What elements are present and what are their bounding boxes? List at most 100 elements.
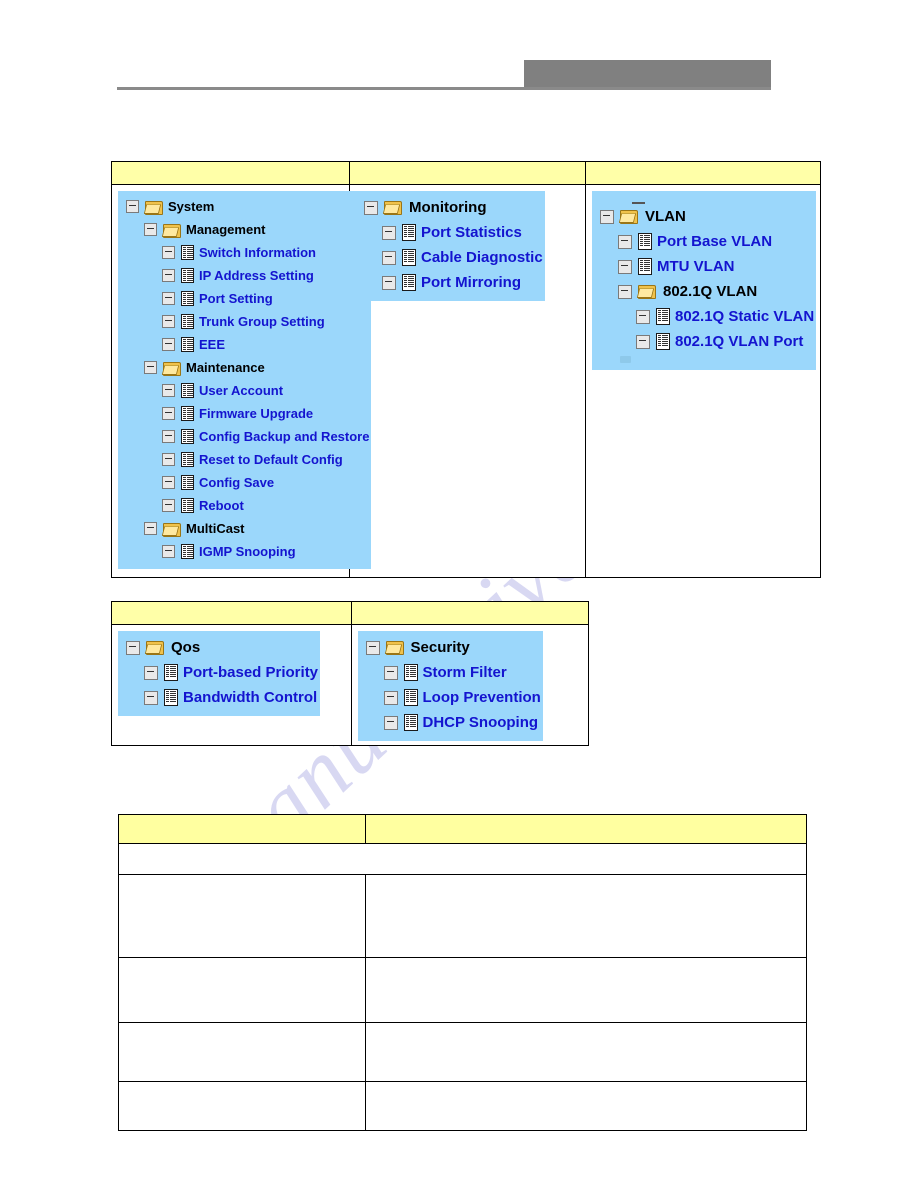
collapse-minus-icon[interactable] xyxy=(364,200,378,215)
tree-node-label: System xyxy=(168,199,215,214)
collapse-minus-icon[interactable] xyxy=(383,690,398,705)
collapse-minus-icon[interactable] xyxy=(382,275,396,290)
tree-node-reset-to-default-config[interactable]: Reset to Default Config xyxy=(120,448,369,471)
collapse-minus-icon[interactable] xyxy=(383,665,398,680)
tree-header-cell-qos xyxy=(111,601,352,625)
collapse-minus-icon[interactable] xyxy=(618,284,632,299)
tree-node-security[interactable]: Security xyxy=(360,635,541,660)
collapse-minus-icon[interactable] xyxy=(162,269,175,282)
tree-node-vlan[interactable]: VLAN xyxy=(594,204,814,229)
tree-node-trunk-group-setting[interactable]: Trunk Group Setting xyxy=(120,310,369,333)
document-page-icon xyxy=(181,544,194,559)
collapse-minus-icon[interactable] xyxy=(144,665,158,680)
document-page-icon xyxy=(402,249,416,266)
tree-node-mtu-vlan[interactable]: MTU VLAN xyxy=(594,254,814,279)
document-page-icon xyxy=(181,314,194,329)
tree-node-802-1q-static-vlan[interactable]: 802.1Q Static VLAN xyxy=(594,304,814,329)
collapse-minus-icon[interactable] xyxy=(383,715,398,730)
description-table-row xyxy=(118,1081,807,1131)
tree-node-label: IGMP Snooping xyxy=(199,544,296,559)
collapse-minus-icon[interactable] xyxy=(636,334,650,349)
collapse-minus-icon[interactable] xyxy=(162,246,175,259)
tree-node-maintenance[interactable]: Maintenance xyxy=(120,356,369,379)
collapse-minus-icon[interactable] xyxy=(144,690,158,705)
collapse-minus-icon[interactable] xyxy=(162,430,175,443)
tree-node-bandwidth-control[interactable]: Bandwidth Control xyxy=(120,685,318,710)
tree-node-label: DHCP Snooping xyxy=(422,714,539,731)
collapse-minus-icon[interactable] xyxy=(162,499,175,512)
tree-header-cell-security xyxy=(350,601,589,625)
tree-node-system[interactable]: System xyxy=(120,195,369,218)
tree-node-management[interactable]: Management xyxy=(120,218,369,241)
tree-node-qos[interactable]: Qos xyxy=(120,635,318,660)
tree-node-label: 802.1Q Static VLAN xyxy=(675,308,815,325)
tree-node-cable-diagnostic[interactable]: Cable Diagnostic xyxy=(358,245,543,270)
collapse-minus-icon[interactable] xyxy=(618,234,632,249)
tree-node-dhcp-snooping[interactable]: DHCP Snooping xyxy=(360,710,541,735)
tree-node-config-save[interactable]: Config Save xyxy=(120,471,369,494)
tree-node-label: Management xyxy=(186,222,266,237)
document-page-icon xyxy=(403,714,418,731)
tree-node-eee[interactable]: EEE xyxy=(120,333,369,356)
tree-node-storm-filter[interactable]: Storm Filter xyxy=(360,660,541,685)
collapse-minus-icon[interactable] xyxy=(636,309,650,324)
security-tree-panel[interactable]: Security Storm Filter Loop Prevention DHCP … xyxy=(357,631,543,741)
tree-node-label: Trunk Group Setting xyxy=(199,314,325,329)
qos-tree-panel[interactable]: Qos Port-based Priority Bandwidth Control xyxy=(118,631,321,716)
tree-node-multicast[interactable]: MultiCast xyxy=(120,517,369,540)
collapse-minus-icon[interactable] xyxy=(162,453,175,466)
description-cell-full-width xyxy=(118,843,807,875)
page-header xyxy=(0,0,918,110)
tree-node-user-account[interactable]: User Account xyxy=(120,379,369,402)
tree-header-cell-vlan xyxy=(585,161,821,185)
collapse-minus-icon[interactable] xyxy=(382,225,396,240)
tree-node-firmware-upgrade[interactable]: Firmware Upgrade xyxy=(120,402,369,425)
tree-node-802-1q-vlan[interactable]: 802.1Q VLAN xyxy=(594,279,814,304)
tree-node-label: VLAN xyxy=(645,208,686,225)
collapse-minus-icon[interactable] xyxy=(162,476,175,489)
tree-node-port-statistics[interactable]: Port Statistics xyxy=(358,220,543,245)
tree-header-row xyxy=(111,161,821,185)
collapse-minus-icon[interactable] xyxy=(382,250,396,265)
document-page-icon xyxy=(164,664,178,681)
tree-node-port-based-priority[interactable]: Port-based Priority xyxy=(120,660,318,685)
folder-icon xyxy=(144,640,165,656)
collapse-minus-icon[interactable] xyxy=(162,315,175,328)
collapse-minus-icon[interactable] xyxy=(162,407,175,420)
collapse-minus-icon[interactable] xyxy=(162,338,175,351)
collapse-minus-icon[interactable] xyxy=(126,640,140,655)
collapse-minus-icon[interactable] xyxy=(618,259,632,274)
tree-node-port-mirroring[interactable]: Port Mirroring xyxy=(358,270,543,295)
collapse-minus-icon[interactable] xyxy=(600,209,614,224)
tree-node-port-setting[interactable]: Port Setting xyxy=(120,287,369,310)
collapse-minus-icon[interactable] xyxy=(365,640,380,655)
document-page-icon xyxy=(181,268,194,283)
tree-node-switch-information[interactable]: Switch Information xyxy=(120,241,369,264)
tree-node-reboot[interactable]: Reboot xyxy=(120,494,369,517)
document-page-icon xyxy=(638,233,652,250)
tree-node-monitoring[interactable]: Monitoring xyxy=(358,195,543,220)
collapse-minus-icon[interactable] xyxy=(144,361,157,374)
tree-node-label: Security xyxy=(410,639,470,656)
tree-node-802-1q-vlan-port[interactable]: 802.1Q VLAN Port xyxy=(594,329,814,354)
tree-node-port-base-vlan[interactable]: Port Base VLAN xyxy=(594,229,814,254)
vlan-tree-panel[interactable]: VLAN Port Base VLAN MTU VLAN 802.1Q VLAN 802… xyxy=(592,191,817,370)
tree-node-loop-prevention[interactable]: Loop Prevention xyxy=(360,685,541,710)
collapse-minus-icon[interactable] xyxy=(162,545,175,558)
tree-body-row: Qos Port-based Priority Bandwidth Control … xyxy=(111,624,589,746)
tree-node-config-backup-and-restore[interactable]: Config Backup and Restore xyxy=(120,425,369,448)
tree-node-igmp-snooping[interactable]: IGMP Snooping xyxy=(120,540,369,563)
tree-cell-vlan: VLAN Port Base VLAN MTU VLAN 802.1Q VLAN 802… xyxy=(585,184,821,578)
tree-node-label: Reset to Default Config xyxy=(199,452,343,467)
tree-node-ip-address-setting[interactable]: IP Address Setting xyxy=(120,264,369,287)
collapse-minus-icon[interactable] xyxy=(162,384,175,397)
collapse-minus-icon[interactable] xyxy=(126,200,139,213)
collapse-minus-icon[interactable] xyxy=(162,292,175,305)
system-tree-panel[interactable]: System Management Switch Information IP Add… xyxy=(118,191,372,569)
tree-node-label: User Account xyxy=(199,383,284,398)
monitoring-tree-panel[interactable]: Monitoring Port Statistics Cable Diagnosti… xyxy=(356,191,545,301)
collapse-minus-icon[interactable] xyxy=(144,223,157,236)
collapse-minus-icon[interactable] xyxy=(144,522,157,535)
document-page-icon xyxy=(181,452,194,467)
document-page-icon xyxy=(181,406,194,421)
